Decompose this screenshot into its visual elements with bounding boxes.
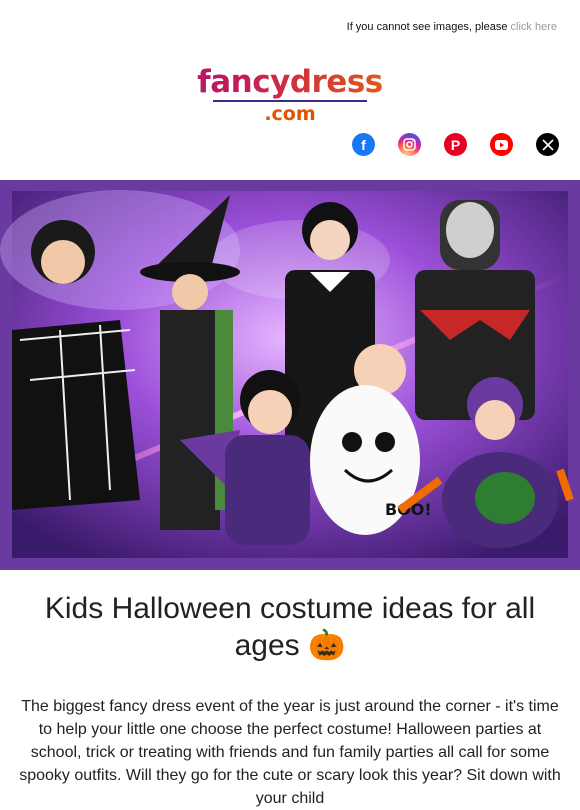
image-help-label: If you cannot see images, please	[346, 21, 511, 33]
social-links: f P	[352, 133, 559, 156]
logo-domain: .com	[264, 103, 316, 125]
facebook-icon[interactable]: f	[352, 133, 375, 156]
click-here-link[interactable]: click here	[511, 21, 557, 33]
hero-banner[interactable]: BOO!	[0, 180, 580, 570]
page-title: Kids Halloween costume ideas for all age…	[44, 592, 536, 662]
hero-image: BOO!	[0, 190, 574, 558]
pinterest-icon[interactable]: P	[444, 133, 467, 156]
youtube-icon[interactable]	[490, 133, 513, 156]
x-icon[interactable]	[536, 133, 559, 156]
fancydress-logo[interactable]: fancydress .com	[0, 64, 580, 126]
intro-paragraph: The biggest fancy dress event of the yea…	[19, 698, 561, 807]
image-help-text: If you cannot see images, please click h…	[347, 21, 557, 33]
instagram-icon[interactable]	[398, 133, 421, 156]
logo-wordmark: fancydress	[0, 64, 580, 100]
